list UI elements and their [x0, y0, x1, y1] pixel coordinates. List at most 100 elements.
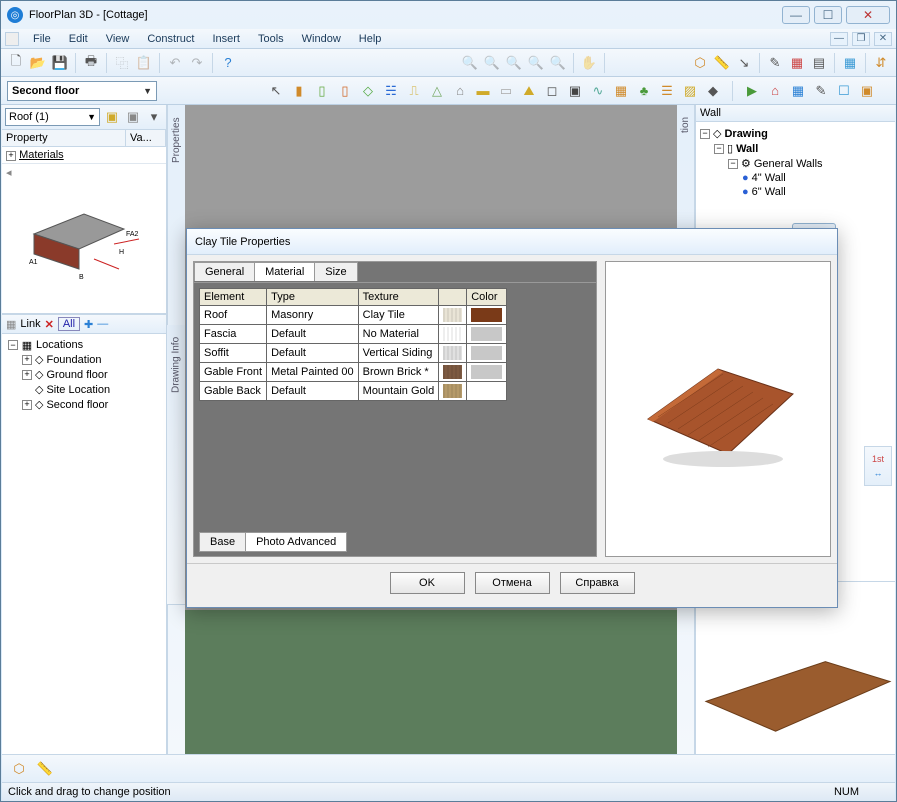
minimize-button[interactable]: —	[782, 6, 810, 24]
col-element[interactable]: Element	[200, 289, 267, 306]
window-icon[interactable]: ▯	[335, 81, 355, 101]
table-row[interactable]: Gable BackDefaultMountain Gold	[200, 382, 507, 401]
expand-icon[interactable]: +	[6, 151, 16, 161]
dialog-title[interactable]: Clay Tile Properties	[187, 229, 837, 255]
roof-icon[interactable]: ⌂	[450, 81, 470, 101]
redo-icon[interactable]: ↷	[187, 53, 207, 73]
tree-drawing[interactable]: − ◇ Drawing	[700, 126, 891, 141]
pointer-icon[interactable]: ↖	[266, 81, 286, 101]
menu-edit[interactable]: Edit	[61, 31, 96, 47]
first-icon[interactable]: 1st	[872, 454, 884, 464]
close-button[interactable]: ✕	[846, 6, 890, 24]
collapse-icon[interactable]: −	[8, 340, 18, 350]
tree-wall[interactable]: − ▯ Wall	[700, 141, 891, 156]
undo-icon[interactable]: ↶	[165, 53, 185, 73]
tab-material[interactable]: Material	[254, 262, 315, 281]
tab-general[interactable]: General	[194, 262, 255, 281]
menu-window[interactable]: Window	[294, 31, 349, 47]
menu-tools[interactable]: Tools	[250, 31, 292, 47]
zoom-extents-icon[interactable]: 🔍	[526, 53, 546, 73]
camera-icon[interactable]: ▣	[565, 81, 585, 101]
tree-item-ground[interactable]: +◇Ground floor	[6, 367, 162, 382]
menu-help[interactable]: Help	[351, 31, 390, 47]
tree-6-wall[interactable]: ● 6" Wall	[700, 185, 891, 199]
wall-icon[interactable]: ▮	[289, 81, 309, 101]
render3-icon[interactable]: ✎	[811, 81, 831, 101]
mdi-close-button[interactable]: ✕	[874, 32, 892, 46]
link-label[interactable]: Link	[20, 318, 40, 330]
filter1-icon[interactable]: ▣	[104, 109, 120, 125]
add-icon[interactable]: ✚	[84, 318, 93, 331]
print-icon[interactable]: 🖶	[81, 53, 101, 73]
locations-tree[interactable]: − ▦ Locations +◇Foundation +◇Ground floo…	[2, 334, 166, 781]
chevron-left-icon[interactable]: ◂	[6, 166, 12, 179]
terrain-icon[interactable]: ⛰	[519, 81, 539, 101]
render5-icon[interactable]: ▣	[857, 81, 877, 101]
zoom-window-icon[interactable]: 🔍	[504, 53, 524, 73]
second-icon[interactable]: ↔	[874, 468, 883, 478]
object-combo[interactable]: Roof (1) ▼	[5, 108, 100, 126]
menu-construct[interactable]: Construct	[139, 31, 202, 47]
floor-combo[interactable]: Second floor ▼	[7, 81, 157, 101]
table-row[interactable]: FasciaDefaultNo Material	[200, 325, 507, 344]
mdi-restore-button[interactable]: ❐	[852, 32, 870, 46]
column-icon[interactable]: ⎍	[404, 81, 424, 101]
render2-icon[interactable]: ▦	[788, 81, 808, 101]
slab-icon[interactable]: ▬	[473, 81, 493, 101]
save-icon[interactable]: 💾	[50, 53, 70, 73]
symbol-icon[interactable]: ◻	[542, 81, 562, 101]
walkthrough-icon[interactable]: ⌂	[765, 81, 785, 101]
opening-icon[interactable]: ◇	[358, 81, 378, 101]
render1-icon[interactable]: ▶	[742, 81, 762, 101]
stairs-icon[interactable]: ☵	[381, 81, 401, 101]
remove-icon[interactable]: —	[97, 318, 108, 330]
palette-icon[interactable]: ▦	[787, 53, 807, 73]
btab-photo[interactable]: Photo Advanced	[245, 532, 347, 552]
grid-icon[interactable]: ▦	[840, 53, 860, 73]
ruler-icon[interactable]: 📏	[35, 759, 55, 779]
materials-row[interactable]: + Materials	[2, 147, 166, 164]
measure-icon[interactable]: 📏	[712, 53, 732, 73]
tree-item-site[interactable]: ◇Site Location	[6, 382, 162, 397]
filter3-icon[interactable]: ▾	[146, 109, 162, 125]
tree-4-wall[interactable]: ● 4" Wall	[700, 171, 891, 185]
table-row[interactable]: RoofMasonryClay Tile	[200, 306, 507, 325]
btab-base[interactable]: Base	[199, 532, 246, 552]
tree-root[interactable]: − ▦ Locations	[6, 338, 162, 352]
open-icon[interactable]: 📂	[28, 53, 48, 73]
paste-icon[interactable]: 📋	[134, 53, 154, 73]
col-texture[interactable]: Texture	[358, 289, 439, 306]
table-row[interactable]: SoffitDefaultVertical Siding	[200, 344, 507, 363]
filter2-icon[interactable]: ▣	[125, 109, 141, 125]
tree-icon[interactable]: ♣	[634, 81, 654, 101]
material-table[interactable]: Element Type Texture Color RoofMasonryCl…	[199, 288, 507, 401]
ok-button[interactable]: OK	[390, 572, 465, 594]
all-button[interactable]: All	[58, 317, 80, 331]
new-icon[interactable]: 🗋	[6, 53, 26, 73]
delete-icon[interactable]: ✕	[45, 318, 54, 331]
door-icon[interactable]: ▯	[312, 81, 332, 101]
tree-item-foundation[interactable]: +◇Foundation	[6, 352, 162, 367]
render4-icon[interactable]: ☐	[834, 81, 854, 101]
fence-icon[interactable]: ☰	[657, 81, 677, 101]
value-col[interactable]: Va...	[126, 130, 166, 146]
col-color[interactable]: Color	[467, 289, 507, 306]
arrow-tool-icon[interactable]: ↘	[734, 53, 754, 73]
swatch-icon[interactable]: ▤	[809, 53, 829, 73]
deck-icon[interactable]: ▦	[611, 81, 631, 101]
maximize-button[interactable]: ☐	[814, 6, 842, 24]
col-swatch[interactable]	[439, 289, 467, 306]
property-col[interactable]: Property	[2, 130, 126, 146]
vtab-drawing-info[interactable]: Drawing Info	[167, 325, 185, 605]
titlebar[interactable]: ◎ FloorPlan 3D - [Cottage] — ☐ ✕	[1, 1, 896, 29]
col-type[interactable]: Type	[267, 289, 359, 306]
beam-icon[interactable]: △	[427, 81, 447, 101]
zoom-in-icon[interactable]: 🔍	[460, 53, 480, 73]
hedge-icon[interactable]: ▨	[680, 81, 700, 101]
help-icon[interactable]: ?	[218, 53, 238, 73]
tree-general-walls[interactable]: − ⚙ General Walls	[700, 156, 891, 171]
link-icon[interactable]: ▦	[6, 318, 16, 331]
ceiling-icon[interactable]: ▭	[496, 81, 516, 101]
hatch-icon[interactable]: ◆	[703, 81, 723, 101]
cancel-button[interactable]: Отмена	[475, 572, 550, 594]
